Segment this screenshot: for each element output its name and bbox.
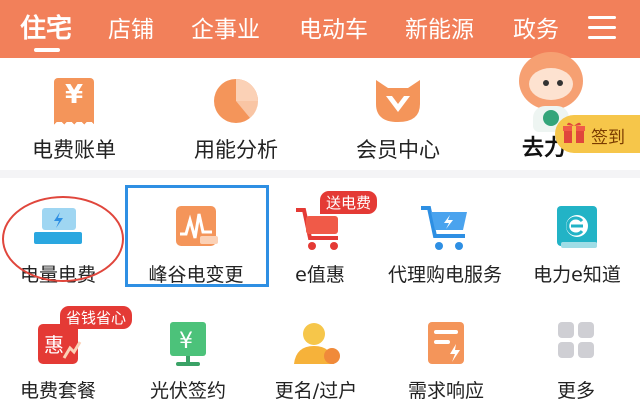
more-grid-icon [548,318,604,370]
solar-yen-icon: ¥ [160,318,216,370]
service-energy-analysis[interactable]: 用能分析 [176,74,296,164]
service-more[interactable]: 更多 [512,318,640,403]
shopping-cart-bolt-icon [417,202,473,254]
service-e-benefit[interactable]: e值惠 [256,202,384,287]
service-energy-analysis-label: 用能分析 [194,138,278,162]
pie-chart-icon [210,74,262,126]
service-demand-response[interactable]: 需求响应 [382,318,510,403]
fox-member-icon [372,74,424,126]
active-tab-indicator [34,48,60,52]
signin-label: 签到 [591,128,625,148]
bill-yen-icon: ¥ [48,74,100,128]
tab-new-energy[interactable]: 新能源 [405,10,474,44]
service-more-label: 更多 [556,380,595,402]
service-demand-response-label: 需求响应 [407,380,484,402]
service-agent-purchase-label: 代理购电服务 [387,264,502,286]
svg-text:¥: ¥ [179,329,193,354]
service-bill-package-label: 电费套餐 [19,380,96,402]
annotation-circle-electricity-bill [2,196,124,282]
menu-icon[interactable] [588,16,616,40]
service-bill-package[interactable]: 惠 电费套餐 [0,318,122,403]
top-tab-bar: 住宅 店铺 企事业 电动车 新能源 政务 [0,0,640,58]
service-rename-transfer[interactable]: 更名/过户 [252,318,380,403]
tab-enterprise[interactable]: 企事业 [191,10,260,44]
tab-residential[interactable]: 住宅 [20,8,72,45]
tab-government[interactable]: 政务 [513,10,559,44]
service-rename-transfer-label: 更名/过户 [274,380,358,402]
e-book-icon [549,202,605,254]
service-power-e-know[interactable]: 电力e知道 [513,202,640,287]
service-power-e-know-label: 电力e知道 [533,264,621,286]
service-pv-contract[interactable]: ¥ 光伏签约 [124,318,252,403]
tab-shop[interactable]: 店铺 [108,10,154,44]
promo-badge-send-fee: 送电费 [320,191,378,214]
clipboard-bolt-icon [418,318,474,370]
highlight-box-peak-valley [125,185,269,287]
service-member-center[interactable]: 会员中心 [338,74,458,164]
svg-text:惠: 惠 [44,333,64,357]
gift-icon [563,120,585,144]
service-pv-contract-label: 光伏签约 [149,380,226,402]
service-e-benefit-label: e值惠 [295,264,345,286]
promo-badge-save-money: 省钱省心 [60,306,133,329]
tab-ev[interactable]: 电动车 [299,10,368,44]
service-bill-label: 电费账单 [32,138,116,162]
service-member-center-label: 会员中心 [356,138,440,162]
service-bill[interactable]: ¥ 电费账单 [14,74,134,164]
service-agent-purchase[interactable]: 代理购电服务 [381,202,509,287]
user-transfer-icon [288,318,344,370]
